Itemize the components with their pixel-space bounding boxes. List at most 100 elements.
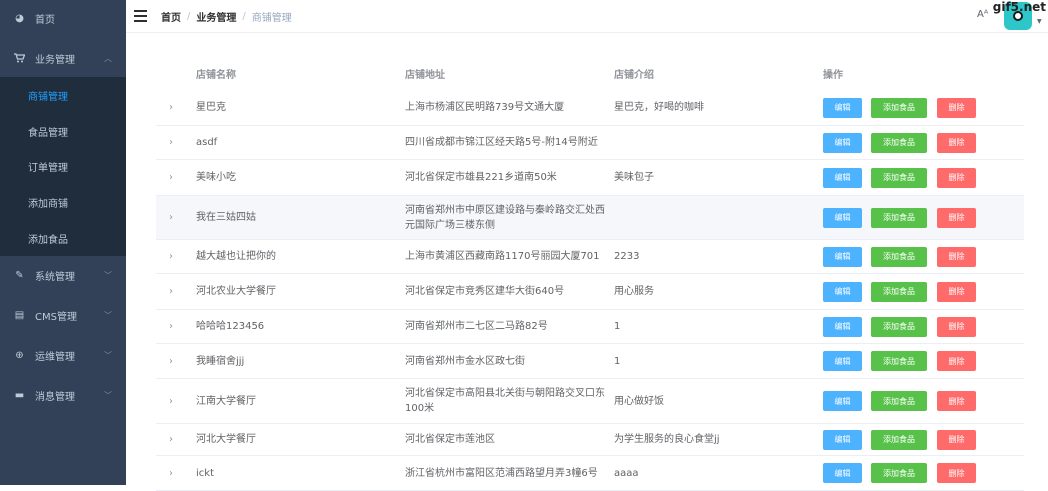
- breadcrumb-separator: /: [242, 11, 246, 22]
- shop-address: 四川省成都市锦江区经天路5号-附14号附近: [405, 137, 598, 148]
- sidebar-item-label: 运维管理: [35, 351, 75, 363]
- edit-button[interactable]: 编辑: [823, 246, 862, 267]
- breadcrumb-current: 商铺管理: [251, 13, 292, 24]
- expand-row-icon[interactable]: ›: [156, 160, 186, 195]
- message-icon: ▬: [14, 389, 25, 401]
- expand-row-icon[interactable]: ›: [156, 90, 186, 125]
- shop-name: 美味小吃: [196, 172, 236, 183]
- edit-button[interactable]: 编辑: [823, 281, 862, 302]
- expand-row-icon[interactable]: ›: [156, 126, 186, 159]
- delete-button[interactable]: 删除: [937, 97, 976, 118]
- add-food-button[interactable]: 添加食品: [871, 97, 927, 118]
- expand-row-icon[interactable]: ›: [156, 196, 186, 239]
- shop-name: 河北农业大学餐厅: [196, 286, 276, 297]
- sidebar-item-cms[interactable]: ▤ CMS管理 ﹀: [0, 297, 126, 333]
- document-icon: ▤: [14, 309, 25, 321]
- table-row: › asdf 四川省成都市锦江区经天路5号-附14号附近 编辑 添加食品 删除: [156, 126, 1024, 160]
- shop-description: 用心服务: [614, 286, 654, 297]
- add-food-button[interactable]: 添加食品: [871, 316, 927, 337]
- table-row: › 江南大学餐厅 河北省保定市高阳县北关街与朝阳路交叉口东100米 用心做好饭 编辑 添加…: [156, 379, 1024, 424]
- table-row: › 河北农业大学餐厅 河北省保定市竞秀区建华大街640号 用心服务 编辑 添加食品 删除: [156, 274, 1024, 310]
- edit-button[interactable]: 编辑: [823, 207, 862, 228]
- expand-row-icon[interactable]: ›: [156, 274, 186, 309]
- add-food-button[interactable]: 添加食品: [871, 391, 927, 411]
- hamburger-icon[interactable]: [134, 10, 147, 22]
- shop-name: 星巴克: [196, 102, 226, 113]
- row-actions: 编辑 添加食品 删除: [823, 424, 1023, 455]
- edit-button[interactable]: 编辑: [823, 391, 862, 411]
- shop-address: 河北省保定市竞秀区建华大街640号: [405, 286, 565, 297]
- column-header-address: 店铺地址: [405, 70, 445, 81]
- sidebar-item-home[interactable]: ◕ 首页: [0, 0, 126, 36]
- delete-button[interactable]: 删除: [937, 391, 976, 411]
- edit-button[interactable]: 编辑: [823, 463, 862, 483]
- delete-button[interactable]: 删除: [937, 132, 976, 153]
- shop-name: 越大越也让把你的: [196, 251, 276, 262]
- dashboard-icon: ◕: [15, 12, 24, 24]
- shop-address: 上海市杨浦区民明路739号文通大厦: [405, 102, 565, 113]
- sidebar-item-system[interactable]: ✎ 系统管理 ﹀: [0, 257, 126, 293]
- row-actions: 编辑 添加食品 删除: [823, 379, 1023, 423]
- expand-row-icon[interactable]: ›: [156, 240, 186, 273]
- add-food-button[interactable]: 添加食品: [871, 207, 927, 228]
- delete-button[interactable]: 删除: [937, 429, 976, 450]
- delete-button[interactable]: 删除: [937, 246, 976, 267]
- add-food-button[interactable]: 添加食品: [871, 463, 927, 483]
- add-food-button[interactable]: 添加食品: [871, 351, 927, 371]
- add-food-button[interactable]: 添加食品: [871, 246, 927, 267]
- submenu-item-order-manage[interactable]: 订单管理: [0, 148, 126, 184]
- sidebar-item-business[interactable]: 业务管理 ︿: [0, 40, 126, 76]
- expand-row-icon[interactable]: ›: [156, 379, 186, 423]
- shop-address: 河南省郑州市金水区政七街: [405, 355, 525, 367]
- shop-description: 星巴克，好喝的咖啡: [614, 102, 704, 113]
- delete-button[interactable]: 删除: [937, 463, 976, 483]
- delete-button[interactable]: 删除: [937, 351, 976, 371]
- expand-row-icon[interactable]: ›: [156, 310, 186, 343]
- sidebar-item-ops[interactable]: ⊕ 运维管理 ﹀: [0, 337, 126, 373]
- font-size-icon[interactable]: Aᴬ: [977, 9, 988, 20]
- add-food-button[interactable]: 添加食品: [871, 281, 927, 302]
- submenu-item-food-manage[interactable]: 食品管理: [0, 113, 126, 149]
- sidebar-item-label: 首页: [35, 14, 55, 26]
- table-row: › 我睡宿舍jjj 河南省郑州市金水区政七街 1 编辑 添加食品 删除: [156, 344, 1024, 379]
- row-actions: 编辑 添加食品 删除: [823, 126, 1023, 159]
- delete-button[interactable]: 删除: [937, 207, 976, 228]
- submenu-item-shop-manage[interactable]: 商铺管理: [0, 77, 126, 113]
- edit-button[interactable]: 编辑: [823, 351, 862, 371]
- edit-button[interactable]: 编辑: [823, 316, 862, 337]
- add-food-button[interactable]: 添加食品: [871, 167, 927, 188]
- sidebar-item-messages[interactable]: ▬ 消息管理 ﹀: [0, 377, 126, 413]
- breadcrumb-home[interactable]: 首页: [161, 9, 181, 24]
- edit-button[interactable]: 编辑: [823, 132, 862, 153]
- watermark: gif5.net: [992, 0, 1046, 14]
- plus-circle-icon: ⊕: [15, 349, 24, 361]
- edit-button[interactable]: 编辑: [823, 429, 862, 450]
- table-row: › 越大越也让把你的 上海市黄浦区西藏南路1170号丽园大厦701 2233 编辑 添加食…: [156, 240, 1024, 274]
- row-actions: 编辑 添加食品 删除: [823, 240, 1023, 273]
- table-row: › 哈哈哈123456 河南省郑州市二七区二马路82号 1 编辑 添加食品 删除: [156, 310, 1024, 344]
- delete-button[interactable]: 删除: [937, 167, 976, 188]
- sidebar-item-label: 系统管理: [35, 271, 75, 283]
- submenu-item-add-food[interactable]: 添加食品: [0, 220, 126, 256]
- expand-row-icon[interactable]: ›: [156, 424, 186, 455]
- breadcrumb-business[interactable]: 业务管理: [196, 9, 236, 24]
- delete-button[interactable]: 删除: [937, 281, 976, 302]
- expand-row-icon[interactable]: ›: [156, 344, 186, 378]
- shop-name: 江南大学餐厅: [196, 395, 256, 407]
- shop-address: 河南省郑州市二七区二马路82号: [405, 321, 548, 332]
- submenu-item-add-shop[interactable]: 添加商铺: [0, 184, 126, 220]
- edit-button[interactable]: 编辑: [823, 167, 862, 188]
- delete-button[interactable]: 删除: [937, 316, 976, 337]
- column-header-name: 店铺名称: [196, 70, 236, 81]
- sidebar-item-label: 消息管理: [35, 391, 75, 403]
- chevron-up-icon: ︿: [104, 53, 112, 63]
- add-food-button[interactable]: 添加食品: [871, 132, 927, 153]
- row-actions: 编辑 添加食品 删除: [823, 344, 1023, 378]
- edit-button[interactable]: 编辑: [823, 97, 862, 118]
- table-row: › 美味小吃 河北省保定市雄县221乡道南50米 美味包子 编辑 添加食品 删除: [156, 160, 1024, 196]
- row-actions: 编辑 添加食品 删除: [823, 310, 1023, 343]
- add-food-button[interactable]: 添加食品: [871, 429, 927, 450]
- caret-down-icon[interactable]: ▼: [1037, 18, 1042, 25]
- row-actions: 编辑 添加食品 删除: [823, 90, 1023, 125]
- shop-address: 河北省保定市雄县221乡道南50米: [405, 172, 557, 183]
